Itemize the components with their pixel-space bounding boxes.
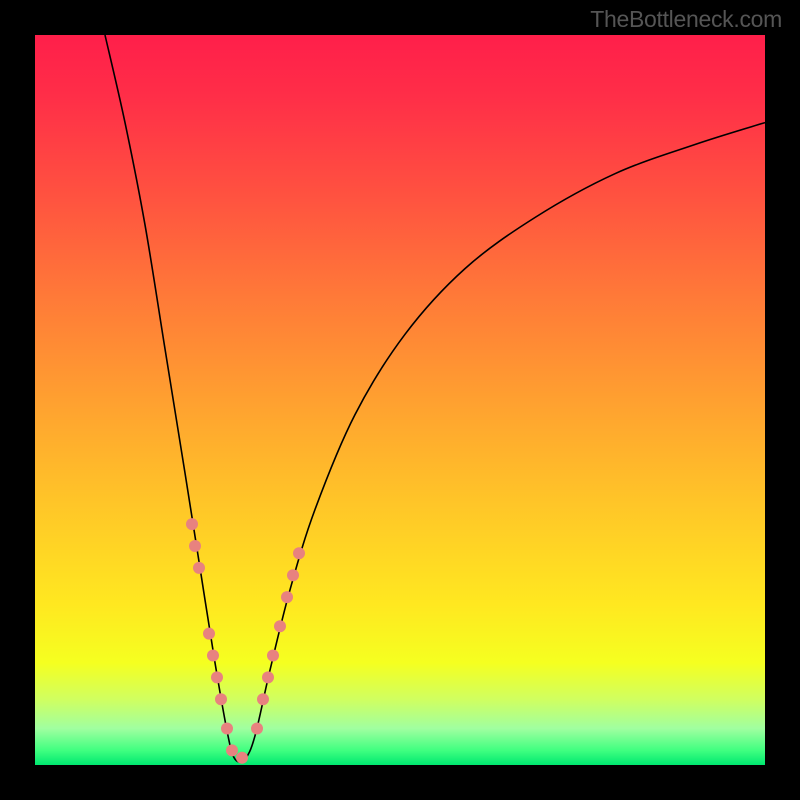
bottleneck-curve: [105, 35, 765, 762]
curve-marker: [207, 650, 219, 662]
curve-marker: [189, 540, 201, 552]
curve-markers-group: [186, 518, 305, 764]
curve-marker: [251, 723, 263, 735]
curve-marker: [186, 518, 198, 530]
bottleneck-curve-svg: [35, 35, 765, 765]
curve-marker: [193, 562, 205, 574]
chart-plot-area: [35, 35, 765, 765]
curve-marker: [257, 693, 269, 705]
curve-marker: [221, 723, 233, 735]
watermark-text: TheBottleneck.com: [590, 6, 782, 33]
curve-marker: [267, 650, 279, 662]
curve-marker: [215, 693, 227, 705]
curve-marker: [262, 671, 274, 683]
curve-marker: [236, 752, 248, 764]
curve-marker: [274, 620, 286, 632]
curve-marker: [287, 569, 299, 581]
curve-marker: [281, 591, 293, 603]
curve-marker: [226, 744, 238, 756]
curve-marker: [293, 547, 305, 559]
curve-marker: [203, 628, 215, 640]
curve-marker: [211, 671, 223, 683]
